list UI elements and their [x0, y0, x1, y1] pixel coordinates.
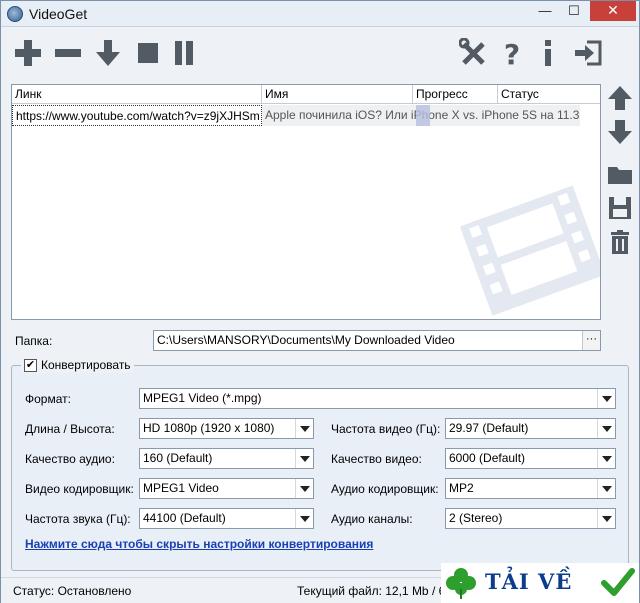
audio-quality-label: Качество аудио: — [25, 452, 115, 466]
column-header-progress[interactable]: Прогресс — [413, 85, 498, 104]
minimize-button[interactable]: — — [531, 1, 559, 21]
folder-path-field[interactable]: C:\Users\MANSORY\Documents\My Downloaded… — [153, 330, 601, 351]
chevron-down-icon[interactable] — [597, 389, 615, 408]
audio-codec-select[interactable]: MP2 — [445, 478, 616, 499]
download-list[interactable]: Линк Имя Прогресс Статус Apple починила … — [11, 84, 601, 320]
video-codec-select[interactable]: MPEG1 Video — [139, 478, 314, 499]
column-header-status[interactable]: Статус — [498, 85, 600, 104]
title-bar: VideoGet — ☐ ✕ — [1, 1, 639, 27]
current-file-text: Текущий файл: 12,1 Mb / 6 — [297, 584, 446, 598]
clover-icon — [446, 568, 476, 599]
download-icon[interactable] — [91, 36, 125, 70]
video-codec-label: Видео кодировщик: — [25, 482, 134, 496]
chevron-down-icon[interactable] — [295, 509, 313, 528]
add-icon[interactable] — [11, 36, 45, 70]
taive-watermark-logo: TẢI VỀ — [441, 563, 639, 603]
window-title: VideoGet — [29, 6, 88, 22]
svg-text:?: ? — [504, 38, 520, 68]
convert-checkbox[interactable]: ✔ Конвертировать — [21, 357, 134, 373]
fps-select[interactable]: 29.97 (Default) — [445, 418, 616, 439]
remove-icon[interactable] — [51, 36, 85, 70]
video-quality-label: Качество видео: — [331, 452, 422, 466]
checkmark-icon — [601, 568, 635, 596]
taive-logo-text: TẢI VỀ — [485, 569, 573, 594]
pause-icon[interactable] — [167, 36, 201, 70]
size-select[interactable]: HD 1080p (1920 x 1080) — [139, 418, 314, 439]
format-value: MPEG1 Video (*.mpg) — [143, 391, 262, 405]
move-down-icon[interactable] — [603, 115, 637, 149]
audio-codec-label: Аудио кодировщик: — [331, 482, 439, 496]
audio-quality-select[interactable]: 160 (Default) — [139, 448, 314, 469]
chevron-down-icon[interactable] — [295, 419, 313, 438]
column-header-name[interactable]: Имя — [262, 85, 413, 104]
film-watermark-icon — [459, 185, 600, 316]
column-header-link[interactable]: Линк — [12, 85, 262, 104]
save-icon[interactable] — [603, 191, 637, 225]
fps-value: 29.97 (Default) — [449, 421, 529, 435]
format-label: Формат: — [25, 392, 71, 406]
hide-convert-settings-link[interactable]: Нажмите сюда чтобы скрыть настройки конв… — [25, 537, 373, 551]
sample-rate-label: Частота звука (Гц): — [25, 512, 131, 526]
stop-icon[interactable] — [131, 36, 165, 70]
status-text: Статус: Остановлено — [13, 584, 132, 598]
videoget-window: VideoGet — ☐ ✕ ? Линк Имя Прогресс Стату… — [0, 0, 640, 603]
video-codec-value: MPEG1 Video — [143, 481, 219, 495]
size-label: Длина / Высота: — [25, 422, 115, 436]
help-icon[interactable]: ? — [495, 36, 529, 70]
chevron-down-icon[interactable] — [295, 449, 313, 468]
channels-value: 2 (Stereo) — [449, 511, 503, 525]
browse-folder-button[interactable]: ··· — [582, 331, 600, 350]
toolbar: ? — [1, 28, 639, 78]
table-row[interactable]: Apple починила iOS? Или iPhone X vs. iPh… — [12, 105, 600, 126]
sample-rate-select[interactable]: 44100 (Default) — [139, 508, 314, 529]
move-up-icon[interactable] — [603, 81, 637, 115]
chevron-down-icon[interactable] — [597, 419, 615, 438]
list-header: Линк Имя Прогресс Статус — [12, 85, 600, 104]
chevron-down-icon[interactable] — [597, 449, 615, 468]
size-value: HD 1080p (1920 x 1080) — [143, 421, 275, 435]
convert-label: Конвертировать — [41, 358, 131, 372]
audio-quality-value: 160 (Default) — [143, 451, 213, 465]
audio-codec-value: MP2 — [449, 481, 474, 495]
info-icon[interactable] — [531, 36, 565, 70]
close-button[interactable]: ✕ — [590, 1, 636, 21]
channels-label: Аудио каналы: — [331, 512, 413, 526]
app-icon — [7, 6, 23, 22]
settings-icon[interactable] — [457, 36, 491, 70]
checkbox-box[interactable]: ✔ — [24, 358, 37, 372]
progress-indicator — [416, 105, 430, 126]
exit-icon[interactable] — [571, 36, 605, 70]
channels-select[interactable]: 2 (Stereo) — [445, 508, 616, 529]
video-quality-value: 6000 (Default) — [449, 451, 526, 465]
sample-rate-value: 44100 (Default) — [143, 511, 226, 525]
trash-icon[interactable] — [603, 225, 637, 259]
row-link: https://www.youtube.com/watch?v=z9jXJHSm — [12, 105, 262, 126]
chevron-down-icon[interactable] — [597, 479, 615, 498]
format-select[interactable]: MPEG1 Video (*.mpg) — [139, 388, 616, 409]
chevron-down-icon[interactable] — [295, 479, 313, 498]
fps-label: Частота видео (Гц): — [331, 422, 441, 436]
video-quality-select[interactable]: 6000 (Default) — [445, 448, 616, 469]
folder-label: Папка: — [15, 334, 53, 348]
folder-icon[interactable] — [603, 157, 637, 191]
maximize-button[interactable]: ☐ — [560, 1, 588, 21]
chevron-down-icon[interactable] — [597, 509, 615, 528]
